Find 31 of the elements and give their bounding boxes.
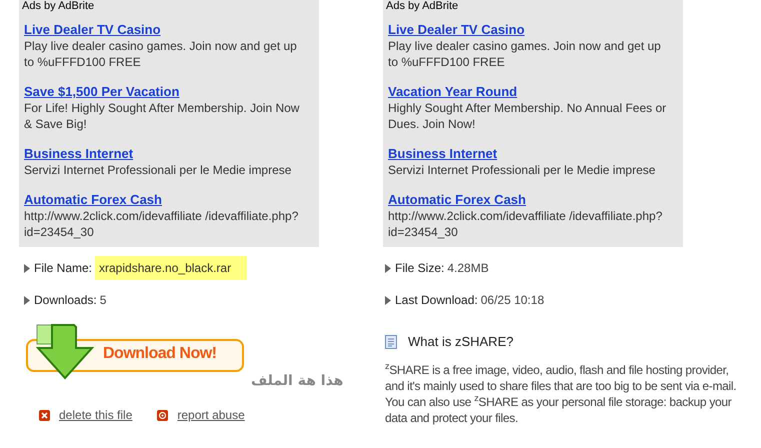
- field-value: xrapidshare.no_black.rar: [95, 256, 248, 280]
- action-link[interactable]: report abuse: [177, 406, 245, 424]
- action-link[interactable]: delete this file: [59, 406, 132, 424]
- section-title: What is zSHARE?: [408, 333, 514, 351]
- ad-title-link[interactable]: Automatic Forex Cash: [388, 192, 526, 208]
- ad-title-link[interactable]: Save $1,500 Per Vacation: [24, 84, 180, 100]
- about-paragraph: $^{z}$SHARE is a free image, video, audio, flash and file hosting provider, and it's mainly used to share files that are too big to be sent via e-mail. You can also use $^{z}$SHARE as your personal file storage: backup your data and protect your files.: [385, 362, 738, 426]
- field-value: 5: [100, 292, 106, 309]
- field-label: Last Download:: [395, 292, 478, 309]
- ad-description: Highly Sought After Membership. No Annual Fees or Dues. Join Now!: [388, 100, 668, 132]
- field-value: 4.28MB: [447, 260, 489, 277]
- field-label: Downloads:: [34, 292, 97, 309]
- ad-title-link[interactable]: Live Dealer TV Casino: [388, 22, 525, 38]
- ad-title-link[interactable]: Automatic Forex Cash: [24, 192, 162, 208]
- ads-header: Ads by AdBrite: [22, 0, 96, 13]
- field-label: File Name:: [34, 260, 92, 277]
- overlay-caption: هذا هة الملف: [251, 372, 344, 390]
- ad-description: Servizi Internet Professionali per le Medie imprese: [388, 162, 656, 178]
- ad-title-link[interactable]: Live Dealer TV Casino: [24, 22, 161, 38]
- ads-header: Ads by AdBrite: [386, 0, 460, 13]
- ad-description: http://www.2click.com/idevaffiliate /idevaffiliate.php?id=23454_30: [24, 208, 300, 240]
- ad-description: http://www.2click.com/idevaffiliate /idevaffiliate.php?id=23454_30: [388, 208, 664, 240]
- ad-title-link[interactable]: Business Internet: [388, 146, 498, 162]
- ad-description: Play live dealer casino games. Join now and get up to %uFFFD100 FREE: [24, 38, 298, 70]
- ad-title-link[interactable]: Business Internet: [24, 146, 134, 162]
- ad-description: For Life! Highly Sought After Membership. Join Now & Save Big!: [24, 100, 300, 132]
- ad-description: Servizi Internet Professionali per le Medie imprese: [24, 162, 292, 178]
- ad-description: Play live dealer casino games. Join now and get up to %uFFFD100 FREE: [388, 38, 662, 70]
- ad-title-link[interactable]: Vacation Year Round: [388, 84, 518, 100]
- field-label: File Size:: [395, 260, 444, 277]
- field-value: 06/25 10:18: [480, 292, 544, 309]
